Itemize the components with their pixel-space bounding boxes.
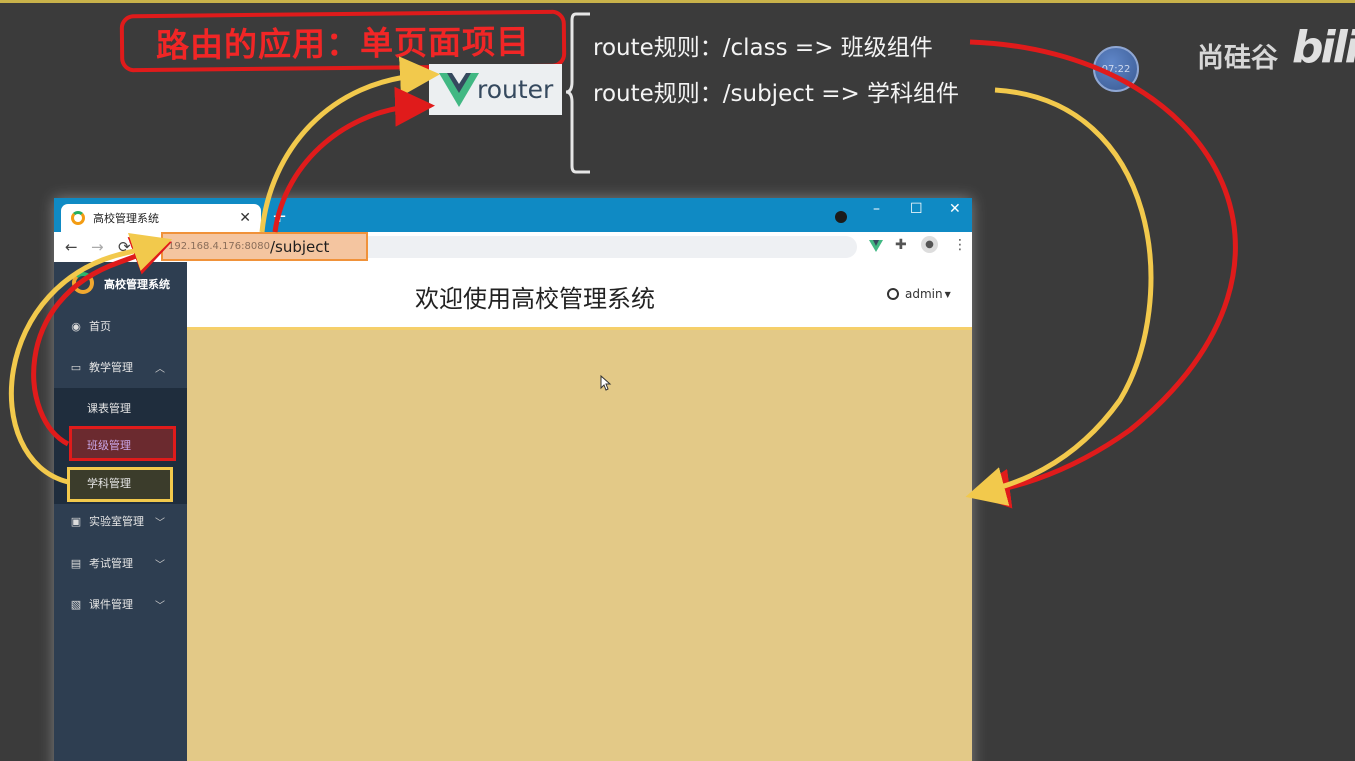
app-favicon-icon	[71, 211, 85, 225]
new-tab-button[interactable]: +	[272, 206, 287, 227]
browser-tab[interactable]: 高校管理系统 ✕	[61, 204, 261, 232]
user-name: admin	[905, 287, 943, 301]
slide-title-banner: 路由的应用：单页面项目	[119, 9, 567, 73]
caret-down-icon: ▼	[944, 289, 951, 299]
user-icon	[887, 288, 899, 300]
sidebar: 高校管理系统 ◉ 首页 ▭ 教学管理 ︿ 课表管理 班级管理 学科管理 ▣ 实验…	[54, 262, 187, 761]
chevron-down-icon: ﹀	[155, 559, 165, 571]
chevron-up-icon: ︿	[155, 363, 165, 375]
curly-brace	[566, 12, 590, 174]
word-file-icon: ▧	[70, 597, 82, 611]
vue-logo-icon	[439, 72, 479, 107]
main-content	[187, 330, 972, 761]
sidebar-brand: 高校管理系统	[104, 278, 170, 291]
tab-title: 高校管理系统	[93, 212, 159, 225]
route-rule-class: route规则：/class => 班级组件	[593, 35, 933, 61]
minimize-button[interactable]: –	[873, 201, 880, 217]
maximize-button[interactable]: ☐	[910, 201, 923, 217]
menu-label: 首页	[89, 320, 111, 333]
yellow-arrow-rule-to-content	[965, 87, 1154, 506]
more-menu-icon[interactable]: ⋮	[953, 237, 967, 253]
menu-label: 课件管理	[89, 598, 133, 611]
reload-icon[interactable]: ⟳	[118, 238, 131, 256]
red-arrow-rule-to-content	[969, 39, 1238, 509]
lab-icon: ▣	[70, 514, 82, 528]
menu-label: 实验室管理	[89, 515, 144, 528]
browser-window: 高校管理系统 ✕ + – ☐ ✕ ← → ⟳ 192.168.4.176:808…	[54, 198, 972, 761]
forward-arrow-icon[interactable]: →	[91, 238, 104, 256]
window-close-button[interactable]: ✕	[949, 201, 961, 217]
menu-item-teaching[interactable]: ▭ 教学管理 ︿	[54, 348, 187, 386]
vue-router-logo: router	[429, 64, 562, 115]
submenu-item-class[interactable]: 班级管理	[87, 437, 131, 453]
menu-item-lab[interactable]: ▣ 实验室管理 ﹀	[54, 502, 187, 540]
slide-title: 路由的应用：单页面项目	[155, 22, 531, 65]
chevron-down-icon: ﹀	[155, 517, 165, 529]
chevron-down-icon: ﹀	[155, 600, 165, 612]
router-logo-text: router	[477, 75, 554, 104]
back-arrow-icon[interactable]: ←	[65, 238, 78, 256]
menu-item-exam[interactable]: ▤ 考试管理 ﹀	[54, 544, 187, 582]
menu-label: 考试管理	[89, 557, 133, 570]
bilibili-logo: bili	[1292, 22, 1355, 73]
extensions-icon[interactable]: ✚	[895, 237, 907, 253]
menu-item-courseware[interactable]: ▧ 课件管理 ﹀	[54, 585, 187, 623]
account-icon[interactable]: ●	[921, 236, 938, 253]
browser-tab-bar: 高校管理系统 ✕ + – ☐ ✕	[54, 198, 972, 232]
tab-close-icon[interactable]: ✕	[239, 210, 251, 226]
watermark-brand: 尚硅谷	[1197, 43, 1278, 74]
submenu-item-schedule[interactable]: 课表管理	[87, 400, 131, 416]
url-host: 192.168.4.176:8080	[168, 241, 270, 252]
submenu-item-subject[interactable]: 学科管理	[87, 475, 131, 491]
monitor-icon: ▭	[70, 360, 82, 374]
user-dropdown[interactable]: admin ▼	[887, 287, 951, 301]
address-bar: ← → ⟳ 192.168.4.176:8080 /subject ✚ ● ⋮	[54, 232, 972, 262]
browser-profile-icon[interactable]	[835, 211, 847, 223]
app-logo-icon	[72, 272, 94, 294]
video-clock-badge: 07:22	[1093, 46, 1139, 92]
vue-devtools-icon[interactable]	[869, 240, 883, 252]
menu-label: 教学管理	[89, 361, 133, 374]
top-strip	[0, 0, 1355, 3]
welcome-title: 欢迎使用高校管理系统	[415, 285, 655, 313]
app-header: 欢迎使用高校管理系统 admin ▼	[187, 262, 972, 330]
mouse-cursor-icon	[600, 375, 612, 391]
url-path: /subject	[269, 237, 330, 256]
url-highlight[interactable]: 192.168.4.176:8080 /subject	[161, 232, 368, 261]
route-rule-subject: route规则：/subject => 学科组件	[593, 81, 960, 107]
printer-icon: ▤	[70, 556, 82, 570]
menu-item-home[interactable]: ◉ 首页	[54, 307, 187, 345]
dashboard-icon: ◉	[71, 319, 81, 333]
